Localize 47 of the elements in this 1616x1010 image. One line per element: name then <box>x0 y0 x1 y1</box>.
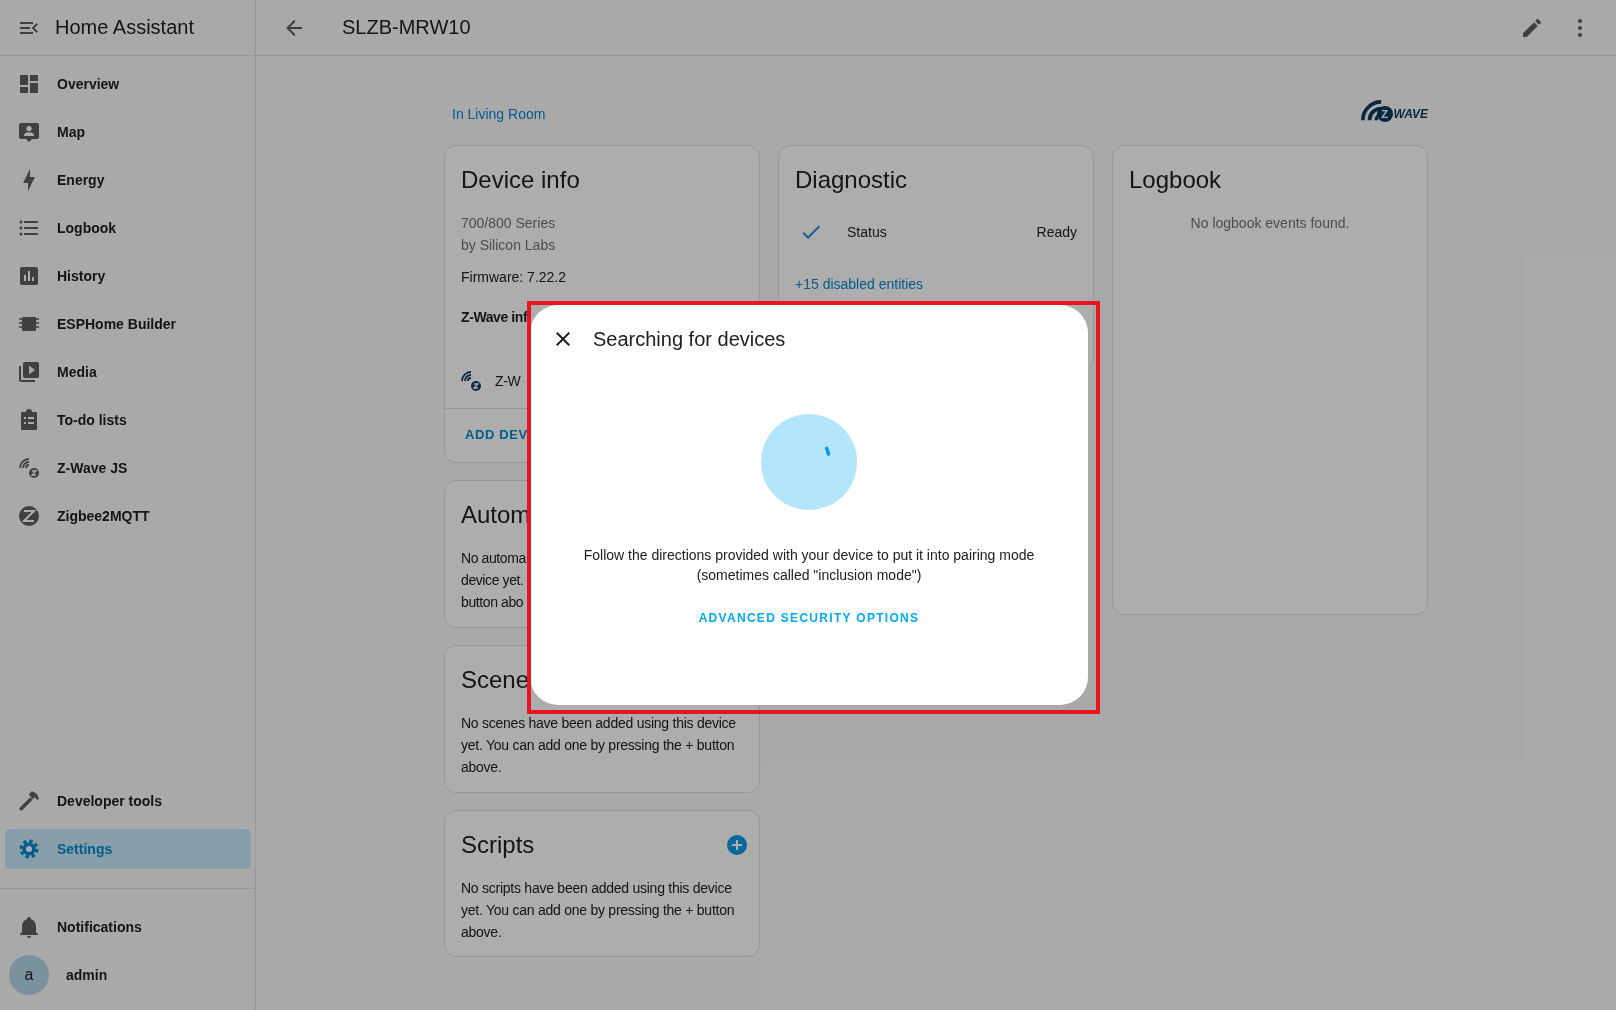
play-library-icon <box>17 360 41 384</box>
sidebar-item[interactable]: Overview <box>5 64 251 104</box>
model-text: 700/800 Series <box>461 214 557 233</box>
sidebar-item[interactable]: Z-Wave JS <box>5 448 251 488</box>
sidebar-item[interactable]: Media <box>5 352 251 392</box>
sidebar-item[interactable]: Map <box>5 112 251 152</box>
sidebar-item[interactable]: Developer tools <box>5 781 251 821</box>
sidebar-item[interactable]: Logbook <box>5 208 251 248</box>
card-description: No scripts have been added using this device yet. You can add one by pressing the + button above. <box>461 879 735 942</box>
app-title: Home Assistant <box>55 16 194 39</box>
card-title: Logbook <box>1129 166 1222 194</box>
settings-icon <box>17 837 41 861</box>
dashboard-icon <box>17 72 41 96</box>
signal-badge-icon <box>17 456 41 480</box>
card-title: Diagnostic <box>795 166 908 194</box>
notifications-item[interactable]: Notifications <box>5 907 251 947</box>
card-description: No scenes have been added using this device yet. You can add one by pressing the + button above. <box>461 714 736 777</box>
card-description: No automa device yet. button abo <box>461 549 526 612</box>
signal-arcs-icon <box>1360 100 1383 122</box>
dialog-title: Searching for devices <box>593 327 786 351</box>
sidebar-item[interactable]: History <box>5 256 251 296</box>
entity-name: Status <box>847 223 888 242</box>
user-name[interactable]: admin <box>66 967 108 983</box>
sidebar-item[interactable]: ESPHome Builder <box>5 304 251 344</box>
hammer-icon <box>17 789 41 813</box>
sidebar-item[interactable]: To-do lists <box>5 400 251 440</box>
manufacturer-text: by Silicon Labs <box>461 236 557 255</box>
add-circle-icon[interactable] <box>725 833 749 857</box>
entity-state: Ready <box>1036 223 1077 242</box>
row-label: Z-W <box>495 372 521 391</box>
zwave-logo: Z WAVE <box>1360 106 1428 122</box>
section-title: Z-Wave inf <box>461 308 529 327</box>
dialog-message: Follow the directions provided with your device to put it into pairing mode (sometimes called "inclusion mode") <box>583 546 1035 585</box>
page-title: SLZB-MRW10 <box>342 16 471 39</box>
card-title: Device info <box>461 166 580 194</box>
loading-spinner-icon <box>760 413 858 511</box>
firmware-text: Firmware: 7.22.2 <box>461 268 568 287</box>
sidebar-item[interactable]: Energy <box>5 160 251 200</box>
map-pin-person-icon <box>17 120 41 144</box>
bar-chart-icon <box>17 264 41 288</box>
bell-icon <box>17 915 41 939</box>
signal-badge-icon <box>459 369 483 393</box>
sidebar-item[interactable]: Zigbee2MQTT <box>5 496 251 536</box>
empty-message: No logbook events found. <box>1189 214 1351 233</box>
card-title: Scene <box>461 666 530 694</box>
user-avatar[interactable]: a <box>9 955 49 995</box>
card-title: Scripts <box>461 831 535 859</box>
